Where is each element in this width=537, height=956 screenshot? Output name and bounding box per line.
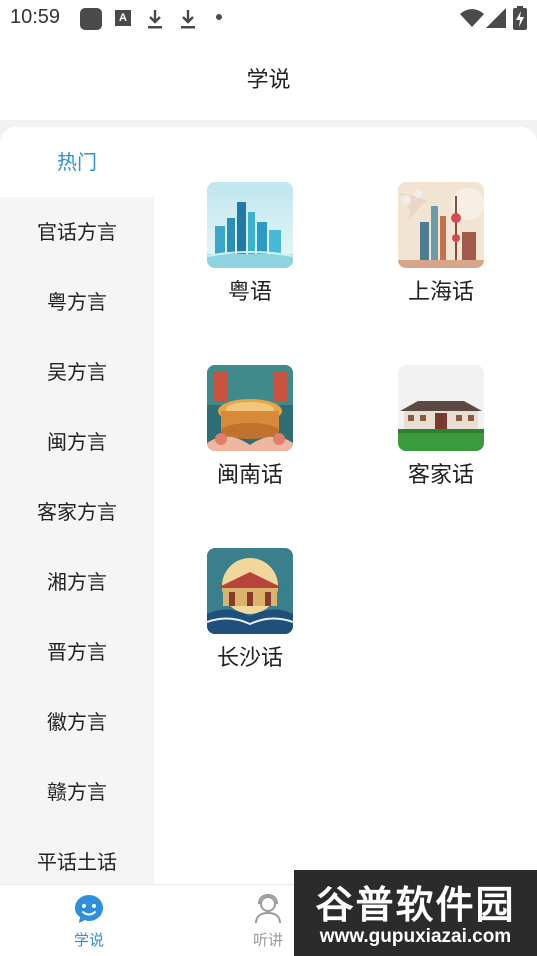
dialect-category-sidebar: 热门 官话方言 粤方言 吴方言 闽方言 客家方言 湘方言 晋方言 徽方言 赣方言… xyxy=(0,127,154,887)
sidebar-item-yue-dialects[interactable]: 粤方言 xyxy=(0,267,154,337)
status-time: 10:59 xyxy=(10,6,61,28)
watermark-title: 谷普软件园 xyxy=(315,883,516,927)
dialect-label: 闽南话 xyxy=(216,463,283,488)
dialect-label: 粤语 xyxy=(227,280,272,305)
watermark-url: www.gupuxiazai.com xyxy=(319,926,512,947)
main-card: 热门 官话方言 粤方言 吴方言 闽方言 客家方言 湘方言 晋方言 徽方言 赣方言… xyxy=(0,127,537,887)
sidebar-item-gan-dialects[interactable]: 赣方言 xyxy=(0,757,154,827)
shanghai-skyline-thumbnail xyxy=(398,182,484,268)
watermark-overlay: 谷普软件园 www.gupuxiazai.com xyxy=(294,870,537,956)
city-skyline-thumbnail xyxy=(207,182,293,268)
signal-icon xyxy=(486,8,506,28)
download-icon xyxy=(148,10,162,29)
dialect-label: 客家话 xyxy=(407,463,474,488)
a-icon: A xyxy=(115,10,131,26)
chat-bubble-smile-icon xyxy=(75,895,103,923)
dialect-tile-shanghainese[interactable]: 上海话 xyxy=(386,182,496,322)
nav-label: 学说 xyxy=(73,931,104,949)
sidebar-item-hui-dialects[interactable]: 徽方言 xyxy=(0,687,154,757)
sidebar-item-min-dialects[interactable]: 闽方言 xyxy=(0,407,154,477)
pavilion-moon-thumbnail xyxy=(207,548,293,634)
header: 学说 xyxy=(0,36,537,120)
status-bar: 10:59 A xyxy=(0,0,537,36)
dialect-tile-changsha[interactable]: 长沙话 xyxy=(195,548,305,688)
sidebar-item-wu-dialects[interactable]: 吴方言 xyxy=(0,337,154,407)
sidebar-item-xiang-dialects[interactable]: 湘方言 xyxy=(0,547,154,617)
dialect-tile-minnan[interactable]: 闽南话 xyxy=(195,365,305,505)
sidebar-item-hakka-dialects[interactable]: 客家方言 xyxy=(0,477,154,547)
app-icon xyxy=(80,8,102,30)
dialect-tile-hakka[interactable]: 客家话 xyxy=(386,365,496,505)
headset-person-icon xyxy=(255,893,281,924)
sidebar-item-jin-dialects[interactable]: 晋方言 xyxy=(0,617,154,687)
dialect-grid: 粤语 上海话 闽南话 客家话 长沙话 xyxy=(154,127,537,887)
download-icon xyxy=(181,10,195,29)
dialect-label: 长沙话 xyxy=(216,646,283,671)
sidebar-item-pinghua-tuhua[interactable]: 平话土话 xyxy=(0,827,154,887)
tulou-thumbnail xyxy=(207,365,293,451)
notification-dot xyxy=(216,14,222,20)
hakka-roundhouse-thumbnail xyxy=(398,365,484,451)
wifi-icon xyxy=(460,9,484,27)
dialect-tile-cantonese[interactable]: 粤语 xyxy=(195,182,305,322)
page-title: 学说 xyxy=(246,68,291,93)
app-screen: 10:59 A 学说 热门 官话方言 粤方言 吴方言 闽方言 客家方言 湘方言 … xyxy=(0,0,537,956)
dialect-label: 上海话 xyxy=(407,280,474,305)
sidebar-item-hot[interactable]: 热门 xyxy=(0,127,154,197)
tab-learn-speak[interactable]: 学说 xyxy=(39,885,139,956)
battery-charging-icon xyxy=(513,6,527,30)
sidebar-item-mandarin-dialects[interactable]: 官话方言 xyxy=(0,197,154,267)
